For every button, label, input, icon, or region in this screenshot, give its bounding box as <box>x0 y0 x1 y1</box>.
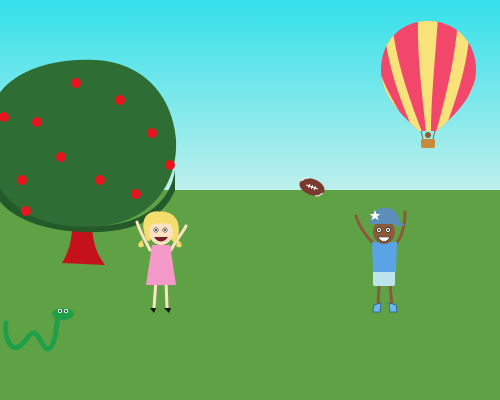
apple[interactable] <box>71 78 81 88</box>
apple[interactable] <box>21 206 31 216</box>
apple[interactable] <box>131 189 141 199</box>
scene-canvas <box>0 0 500 400</box>
apple[interactable] <box>32 117 42 127</box>
apple[interactable] <box>17 175 27 185</box>
boy-shirt <box>372 242 397 272</box>
apple[interactable] <box>95 175 105 185</box>
apple[interactable] <box>147 128 157 138</box>
tree-canopy <box>0 59 177 227</box>
game-scene <box>0 0 500 400</box>
apple[interactable] <box>165 160 175 170</box>
apple[interactable] <box>56 152 66 162</box>
balloon-basket <box>421 139 435 148</box>
apple[interactable] <box>115 95 125 105</box>
balloon-passenger <box>425 132 431 138</box>
